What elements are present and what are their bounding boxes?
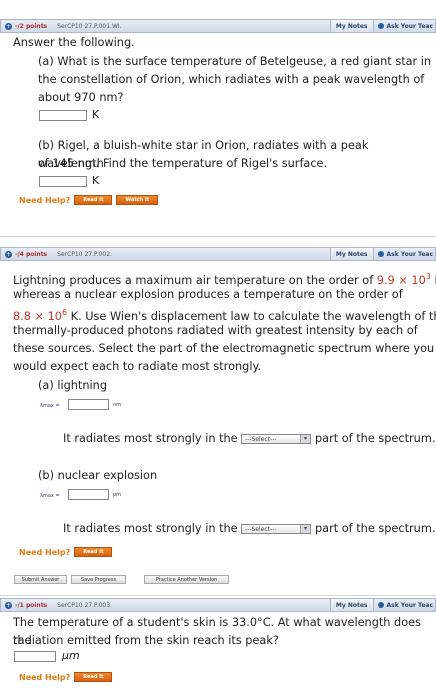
ask-teacher-button[interactable]: Ask Your Teac bbox=[374, 599, 436, 611]
answer-input[interactable] bbox=[14, 651, 56, 662]
answer-input-b[interactable] bbox=[39, 176, 87, 187]
question-text: the constellation of Orion, which radiat… bbox=[38, 73, 425, 86]
my-notes-button[interactable]: My Notes bbox=[329, 20, 374, 32]
submit-answer-button[interactable]: Submit Answer bbox=[14, 575, 67, 584]
expand-icon[interactable]: + bbox=[5, 22, 12, 30]
unit-label: K bbox=[92, 174, 100, 187]
question-text: about 970 nm? bbox=[38, 91, 124, 104]
question-header-3: + -/1 points SerCP10 27.P.003. My Notes … bbox=[0, 598, 436, 612]
divider bbox=[0, 595, 436, 596]
question-text: these sources. Select the part of the el… bbox=[13, 342, 435, 355]
question-text: It radiates most strongly in the bbox=[63, 522, 238, 535]
practice-another-version-button[interactable]: Practice Another Version bbox=[144, 575, 229, 584]
expand-icon[interactable]: + bbox=[5, 250, 12, 258]
points-label: -/1 points bbox=[15, 601, 48, 609]
question-header-1: + -/2 points SerCP10 27.P.001.WI. My Not… bbox=[0, 19, 436, 33]
unit-label: µm bbox=[62, 649, 80, 662]
question-text: radiation emitted from the skin reach it… bbox=[13, 634, 279, 647]
instruction-text: Answer the following. bbox=[13, 36, 135, 49]
question-text: thermally-produced photons radiated with… bbox=[13, 324, 418, 337]
question-text: It radiates most strongly in the bbox=[63, 432, 238, 445]
question-text: of 145 nm. Find the temperature of Rigel… bbox=[38, 157, 328, 170]
read-it-button[interactable]: Read It bbox=[74, 672, 113, 682]
answer-input-lambda-a[interactable] bbox=[68, 399, 109, 410]
my-notes-button[interactable]: My Notes bbox=[329, 248, 374, 260]
chevron-down-icon: ▾ bbox=[300, 525, 310, 533]
question-text: would expect each to radiate most strong… bbox=[13, 360, 262, 373]
question-id: SerCP10 27.P.001.WI. bbox=[57, 22, 122, 30]
unit-label: pm bbox=[113, 492, 122, 498]
need-help: Need Help? Read It bbox=[19, 672, 113, 682]
save-progress-button[interactable]: Save Progress bbox=[71, 575, 126, 584]
answer-input-lambda-b[interactable] bbox=[68, 489, 109, 500]
part-label: (a) lightning bbox=[38, 379, 107, 392]
need-help: Need Help? Read It Watch It bbox=[19, 195, 159, 205]
question-id: SerCP10 27.P.003. bbox=[57, 601, 112, 609]
question-header-2: + -/4 points SerCP10 27.P.002. My Notes … bbox=[0, 247, 436, 261]
question-text: part of the spectrum. bbox=[315, 522, 436, 535]
my-notes-button[interactable]: My Notes bbox=[329, 599, 374, 611]
ask-teacher-button[interactable]: Ask Your Teac bbox=[374, 20, 436, 32]
unit-label: K bbox=[92, 108, 100, 121]
question-text: whereas a nuclear explosion produces a t… bbox=[13, 288, 403, 301]
expand-icon[interactable]: + bbox=[5, 601, 12, 609]
divider bbox=[0, 236, 436, 237]
spectrum-select-a[interactable]: ---Select--- ▾ bbox=[241, 434, 311, 444]
question-text: (a) What is the surface temperature of B… bbox=[38, 55, 432, 68]
need-help: Need Help? Read It bbox=[19, 547, 113, 557]
watch-it-button[interactable]: Watch It bbox=[116, 195, 159, 205]
ask-icon bbox=[377, 251, 384, 257]
unit-label: nm bbox=[113, 402, 122, 408]
answer-input-a[interactable] bbox=[39, 110, 87, 121]
ask-teacher-button[interactable]: Ask Your Teac bbox=[374, 248, 436, 260]
points-label: -/4 points bbox=[15, 250, 48, 258]
read-it-button[interactable]: Read It bbox=[74, 547, 113, 557]
read-it-button[interactable]: Read It bbox=[74, 195, 113, 205]
question-text: part of the spectrum. bbox=[315, 432, 436, 445]
spectrum-select-b[interactable]: ---Select--- ▾ bbox=[241, 524, 311, 534]
points-label: -/2 points bbox=[15, 22, 48, 30]
lambda-label: λmax = bbox=[40, 493, 60, 499]
part-label: (b) nuclear explosion bbox=[38, 469, 158, 482]
ask-icon bbox=[377, 602, 384, 608]
lambda-label: λmax = bbox=[40, 403, 60, 409]
ask-icon bbox=[377, 23, 384, 29]
question-id: SerCP10 27.P.002. bbox=[57, 250, 112, 258]
chevron-down-icon: ▾ bbox=[300, 435, 310, 443]
